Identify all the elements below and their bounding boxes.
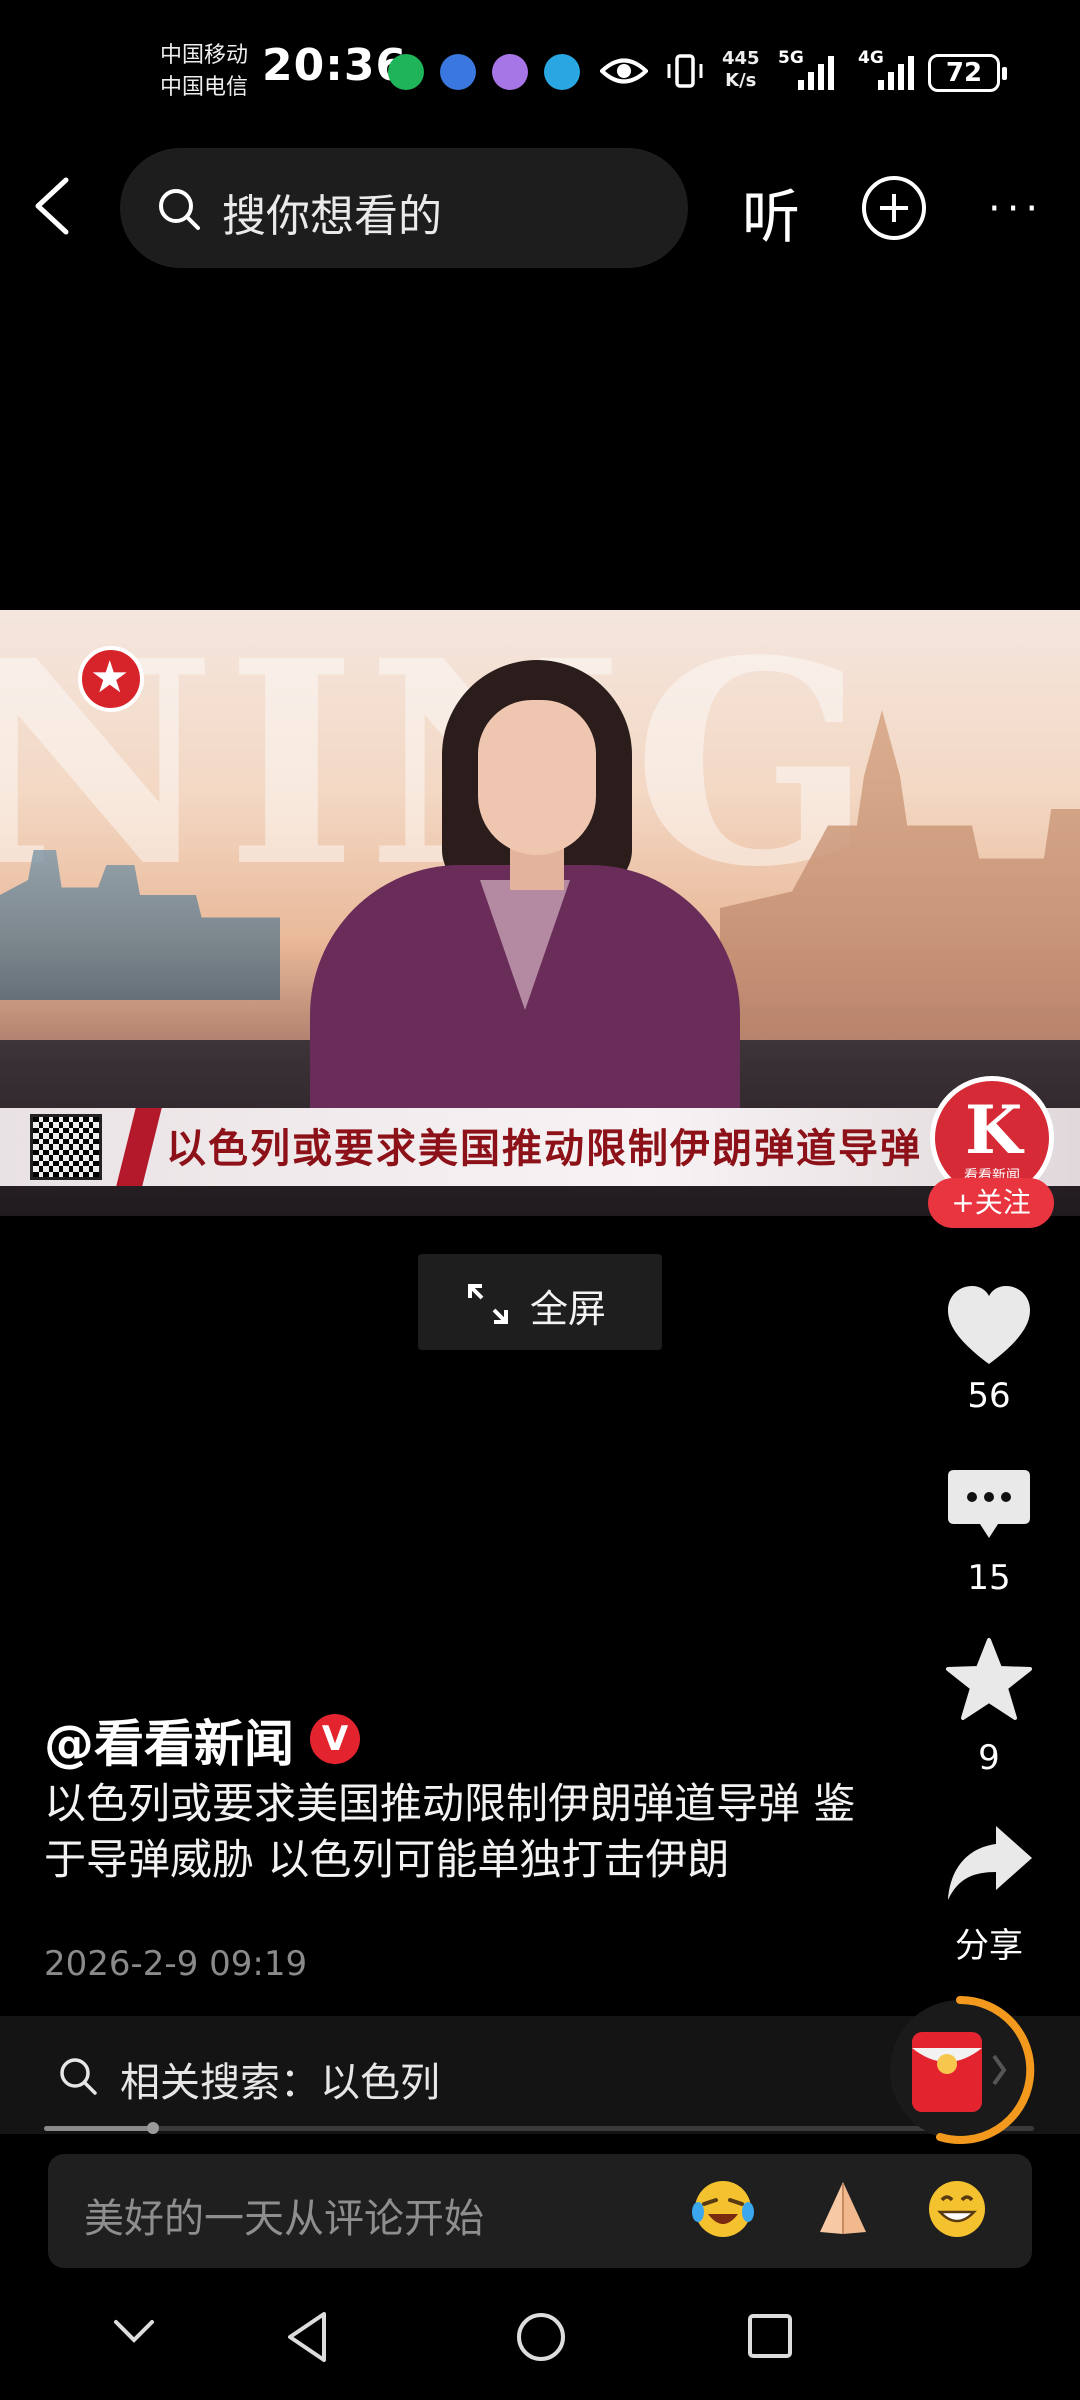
laughing-tears-emoji-icon[interactable] [690,2176,756,2242]
search-icon [60,2058,97,2095]
video-headline: 以色列或要求美国推动限制伊朗弹道导弹 [166,1126,922,1172]
praying-hands-emoji-icon[interactable] [810,2176,876,2242]
search-placeholder: 搜你想看的 [222,191,442,242]
browser-icon [544,54,580,90]
share-arrow-icon[interactable] [944,1820,1034,1910]
signal-5g: 5G [778,48,850,92]
red-envelope-button[interactable] [880,1990,1040,2150]
red-envelope-icon [890,1995,1035,2144]
collapse-chevron-icon[interactable] [112,2318,156,2346]
app-notification-icon [440,54,476,90]
status-bar: 中国移动 中国电信 20:36 445 K/s 5G 4G 72 [0,0,1080,140]
signal-bars-icon [878,56,914,90]
news-anchor-face [478,700,596,855]
author-name[interactable]: @看看新闻 [44,1704,294,1776]
post-date: 2026-2-9 09:19 [44,1944,308,1984]
nav-home-icon[interactable] [514,2310,568,2364]
carrier-1: 中国移动 [160,43,249,68]
like-heart-icon[interactable] [944,1282,1034,1372]
carrier-labels: 中国移动 中国电信 [160,40,248,104]
comment-placeholder: 美好的一天从评论开始 [84,2196,484,2242]
favorite-count: 9 [978,1738,1000,1778]
fullscreen-label: 全屏 [530,1287,607,1331]
verified-badge-icon: V [310,1714,360,1764]
net-speed-value: 445 [722,48,760,69]
grinning-emoji-icon[interactable] [924,2176,990,2242]
follow-button[interactable]: +关注 [928,1178,1054,1228]
search-icon [159,189,200,230]
comment-count: 15 [967,1558,1011,1598]
signal-4g: 4G [858,48,930,92]
search-bar[interactable]: 搜你想看的 [120,148,688,268]
vibrate-icon [667,54,703,88]
music-icon [492,54,528,90]
listen-button[interactable]: 听 [742,170,800,254]
comment-icon[interactable] [944,1462,1034,1552]
qr-code-icon [30,1114,102,1180]
signal-bars-icon [798,56,834,90]
battery-indicator: 72 [928,54,1007,92]
share-label: 分享 [955,1926,1023,1966]
network-speed: 445 K/s [722,48,760,92]
expand-icon [468,1284,508,1324]
system-navigation-bar [0,2280,1080,2400]
eye-comfort-icon [600,58,648,84]
comment-input[interactable]: 美好的一天从评论开始 [48,2154,1032,2268]
post-description[interactable]: 以色列或要求美国推动限制伊朗弹道导弹 鉴于导弹威胁 以色列可能单独打击伊朗 [44,1776,864,1888]
channel-avatar-logo-icon: K [965,1091,1023,1169]
add-button[interactable] [862,176,926,240]
status-time: 20:36 [262,40,408,91]
favorite-star-icon[interactable] [944,1636,1034,1726]
related-search-label: 相关搜索：以色列 [120,2060,440,2106]
nav-recents-icon[interactable] [746,2312,794,2360]
like-count: 56 [967,1376,1011,1416]
net-speed-unit: K/s [725,70,757,91]
nav-back-icon[interactable] [284,2310,330,2364]
more-options-button[interactable]: ··· [988,186,1044,232]
progress-fill [44,2126,153,2131]
video-player[interactable]: NING 以色列或要求美国推动限制伊朗弹道导弹 [0,610,1080,1216]
wechat-icon [388,54,424,90]
lower-third-accent [116,1108,162,1186]
news-lower-third: 以色列或要求美国推动限制伊朗弹道导弹 [0,1108,1080,1186]
progress-handle[interactable] [146,2122,159,2134]
channel-logo-icon [78,646,144,712]
back-button[interactable] [30,176,74,236]
fullscreen-button[interactable]: 全屏 [418,1254,662,1350]
carrier-2: 中国电信 [160,75,249,100]
